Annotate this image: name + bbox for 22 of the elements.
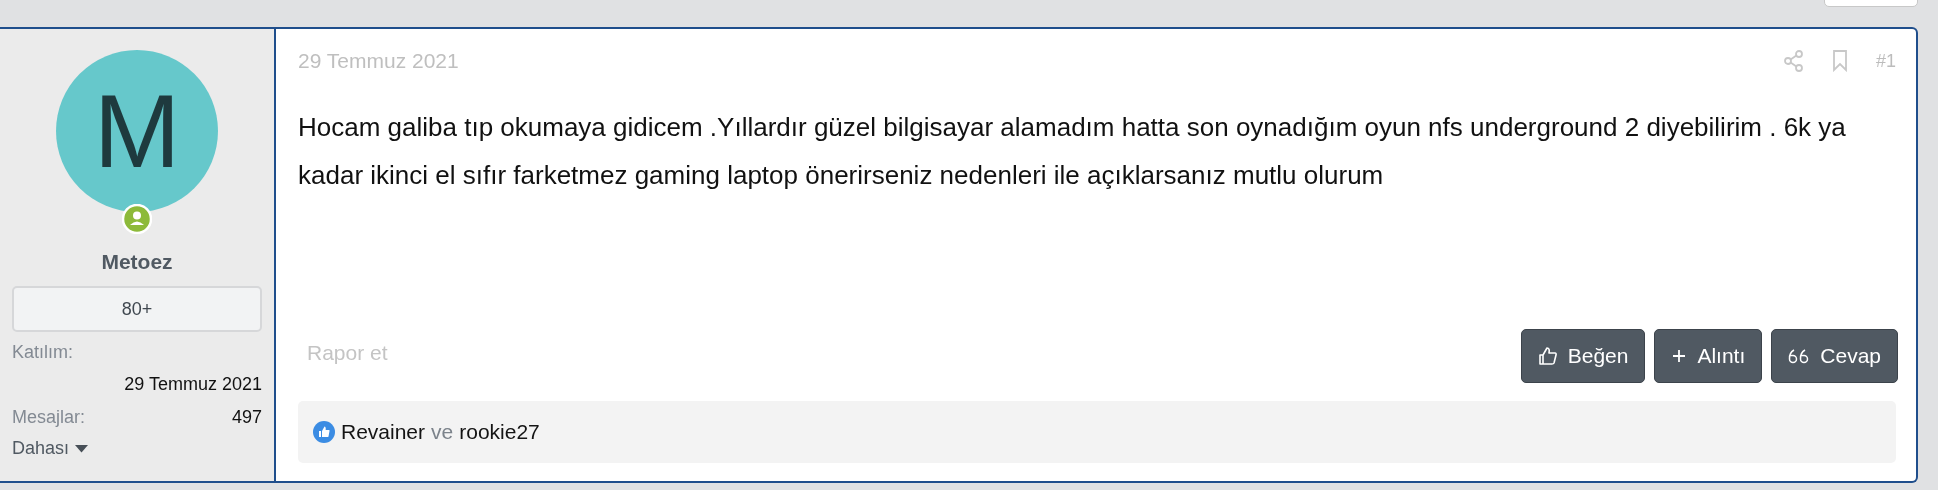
- caret-icon: [75, 444, 89, 453]
- user-badge: 80+: [12, 286, 262, 332]
- thumbs-up-icon: [1537, 346, 1558, 366]
- plus-icon: [1671, 348, 1688, 364]
- joiner-text: ve: [431, 420, 454, 444]
- stat-value: 29 Temmuz 2021: [124, 374, 262, 395]
- bookmark-icon[interactable]: [1831, 50, 1848, 72]
- action-button[interactable]: Beğen: [1520, 329, 1646, 383]
- stat-label: Katılım:: [12, 342, 74, 363]
- share-icon[interactable]: [1783, 50, 1804, 72]
- username[interactable]: Metoez: [12, 250, 262, 274]
- action-button[interactable]: Alıntı: [1654, 329, 1763, 383]
- more-button[interactable]: Dahası: [12, 438, 89, 459]
- avatar[interactable]: M: [56, 50, 218, 212]
- stat-value: 497: [231, 407, 262, 428]
- action-button[interactable]: Cevap: [1771, 329, 1898, 383]
- like-icon: [313, 421, 335, 443]
- quote-icon: [1788, 348, 1811, 364]
- user-link[interactable]: Revainer: [341, 420, 426, 444]
- post-text: Hocam galiba tıp okumaya gidicem .Yıllardır güzel bilgisayar alamadım hatta son oynadığım oyun nfs underground 2 diyebilirim . 6k ya kadar ikinci el sıfır farketmez gaming laptop önerirseniz nedenleri ile açıklarsanız mutlu olurum: [298, 111, 1847, 192]
- stat-label: Mesajlar:: [12, 407, 86, 428]
- user-link[interactable]: rookie27: [459, 420, 540, 444]
